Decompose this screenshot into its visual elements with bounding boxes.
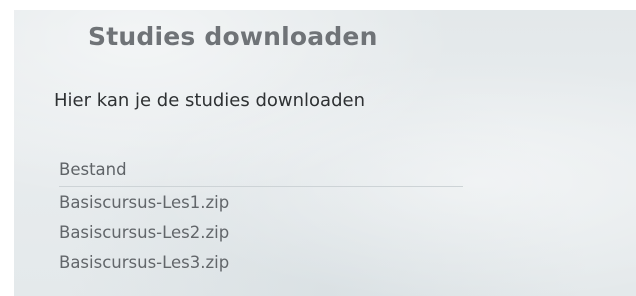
content-panel: Studies downloaden Hier kan je de studie…: [14, 10, 636, 296]
page-title: Studies downloaden: [88, 22, 378, 51]
file-table: Bestand Basiscursus-Les1.zip Basiscursus…: [59, 156, 463, 277]
file-link[interactable]: Basiscursus-Les2.zip: [59, 217, 463, 247]
column-header-bestand: Bestand: [59, 156, 463, 187]
file-link[interactable]: Basiscursus-Les1.zip: [59, 187, 463, 217]
intro-text: Hier kan je de studies downloaden: [54, 90, 365, 111]
file-link[interactable]: Basiscursus-Les3.zip: [59, 247, 463, 277]
